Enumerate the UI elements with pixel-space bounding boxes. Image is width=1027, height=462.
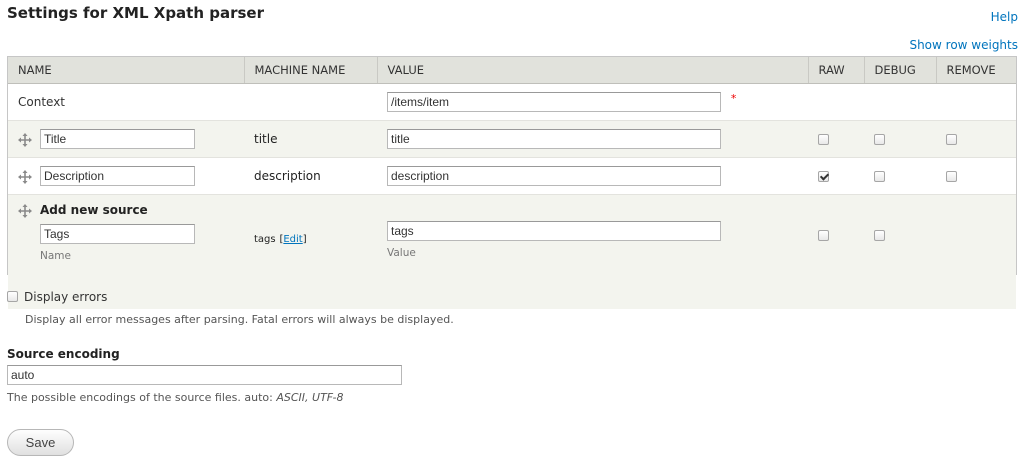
sources-table: NAME MACHINE NAME VALUE RAW DEBUG REMOVE… — [8, 57, 1016, 309]
machine-name: title — [244, 120, 377, 158]
source-name-input[interactable] — [40, 129, 195, 149]
remove-checkbox[interactable] — [946, 171, 957, 182]
new-source-value-desc: Value — [387, 247, 416, 259]
raw-checkbox[interactable] — [818, 171, 829, 182]
context-machine-empty — [244, 83, 377, 121]
source-encoding-description: The possible encodings of the source fil… — [7, 391, 344, 404]
table-row: description — [8, 157, 1016, 195]
header-name: NAME — [8, 57, 244, 84]
save-button[interactable]: Save — [7, 429, 74, 456]
show-row-weights-link[interactable]: Show row weights — [909, 38, 1018, 52]
header-machine-name: MACHINE NAME — [243, 57, 377, 84]
table-row: title — [8, 120, 1016, 158]
required-marker: * — [730, 92, 737, 105]
display-errors-option[interactable]: Display errors — [7, 290, 107, 304]
source-value-input[interactable] — [387, 129, 721, 149]
source-encoding-input[interactable] — [7, 365, 402, 385]
move-handle-icon[interactable] — [18, 169, 32, 184]
raw-checkbox[interactable] — [818, 134, 829, 145]
source-name-input[interactable] — [40, 166, 195, 186]
machine-name: description — [244, 157, 377, 195]
help-link[interactable]: Help — [991, 10, 1018, 24]
context-value-cell: * — [377, 83, 808, 121]
debug-checkbox[interactable] — [874, 230, 885, 241]
display-errors-description: Display all error messages after parsing… — [25, 313, 454, 326]
new-source-row: Add new source Name tags [Edit] Value — [8, 194, 1016, 309]
page-title: Settings for XML Xpath parser — [7, 4, 264, 22]
debug-checkbox[interactable] — [874, 134, 885, 145]
new-source-title: Add new source — [40, 203, 148, 217]
sources-table-container: NAME MACHINE NAME VALUE RAW DEBUG REMOVE… — [7, 56, 1017, 309]
edit-machine-name-link[interactable]: Edit — [283, 234, 302, 245]
header-value: VALUE — [376, 57, 808, 84]
header-raw: RAW — [807, 57, 864, 84]
source-value-input[interactable] — [387, 166, 721, 186]
move-handle-icon[interactable] — [18, 203, 32, 218]
display-errors-checkbox[interactable] — [7, 291, 18, 302]
remove-checkbox[interactable] — [946, 134, 957, 145]
raw-checkbox[interactable] — [818, 230, 829, 241]
move-handle-icon[interactable] — [18, 132, 32, 147]
table-header-row: NAME MACHINE NAME VALUE RAW DEBUG REMOVE — [8, 57, 1016, 84]
source-encoding-label: Source encoding — [7, 347, 120, 361]
new-source-name-input[interactable] — [40, 224, 195, 244]
context-label: Context — [8, 83, 244, 121]
header-debug: DEBUG — [863, 57, 936, 84]
debug-checkbox[interactable] — [874, 171, 885, 182]
context-row: Context * — [8, 83, 1016, 121]
display-errors-label: Display errors — [24, 290, 108, 304]
new-source-machine-name: tags — [254, 234, 276, 245]
context-value-input[interactable] — [387, 92, 721, 112]
header-remove: REMOVE — [935, 57, 1016, 84]
new-source-value-input[interactable] — [387, 221, 721, 241]
new-source-name-desc: Name — [40, 250, 71, 262]
